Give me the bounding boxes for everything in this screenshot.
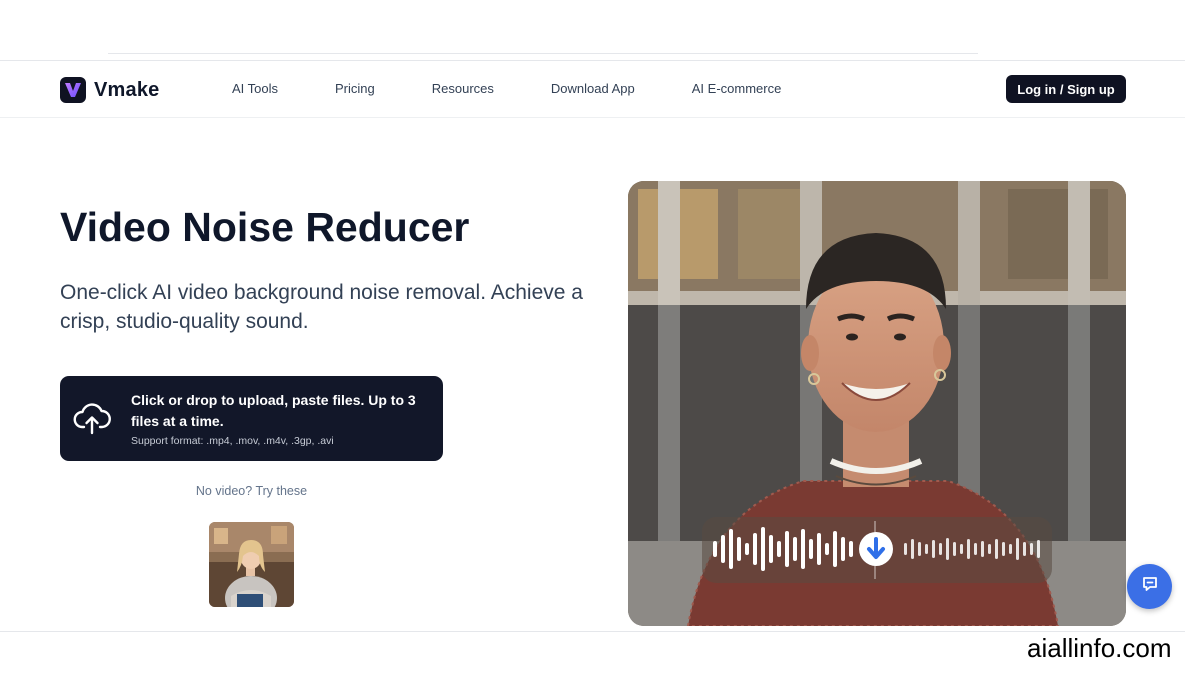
nav-ai-ecommerce[interactable]: AI E-commerce	[692, 81, 782, 96]
upload-instructions: Click or drop to upload, paste files. Up…	[131, 392, 416, 429]
nav-pricing[interactable]: Pricing	[335, 81, 375, 96]
sample-video-thumbnail[interactable]	[209, 522, 294, 607]
logo[interactable]: Vmake	[60, 77, 160, 103]
brand-name: Vmake	[94, 78, 160, 101]
main-nav: AI Tools Pricing Resources Download App …	[232, 81, 838, 96]
hero-image	[628, 181, 1126, 626]
chat-icon	[1141, 575, 1159, 598]
nav-resources[interactable]: Resources	[432, 81, 494, 96]
chat-button[interactable]	[1127, 564, 1172, 609]
vmake-logo-icon	[60, 77, 86, 103]
cloud-upload-icon	[73, 402, 111, 441]
top-divider	[108, 53, 978, 54]
arrow-down-icon	[859, 532, 893, 566]
nav-ai-tools[interactable]: AI Tools	[232, 81, 278, 96]
upload-dropzone[interactable]: Click or drop to upload, paste files. Up…	[60, 376, 443, 461]
nav-download-app[interactable]: Download App	[551, 81, 635, 96]
login-signup-button[interactable]: Log in / Sign up	[1006, 75, 1126, 103]
navbar: Vmake AI Tools Pricing Resources Downloa…	[0, 60, 1185, 118]
page-subtitle: One-click AI video background noise remo…	[60, 281, 583, 333]
bottom-divider	[0, 631, 1185, 632]
page-title: Video Noise Reducer	[60, 204, 470, 250]
upload-formats: Support format: .mp4, .mov, .m4v, .3gp, …	[131, 435, 334, 447]
watermark-text: aiallinfo.com	[1027, 633, 1172, 663]
sample-label: No video? Try these	[195, 484, 308, 498]
